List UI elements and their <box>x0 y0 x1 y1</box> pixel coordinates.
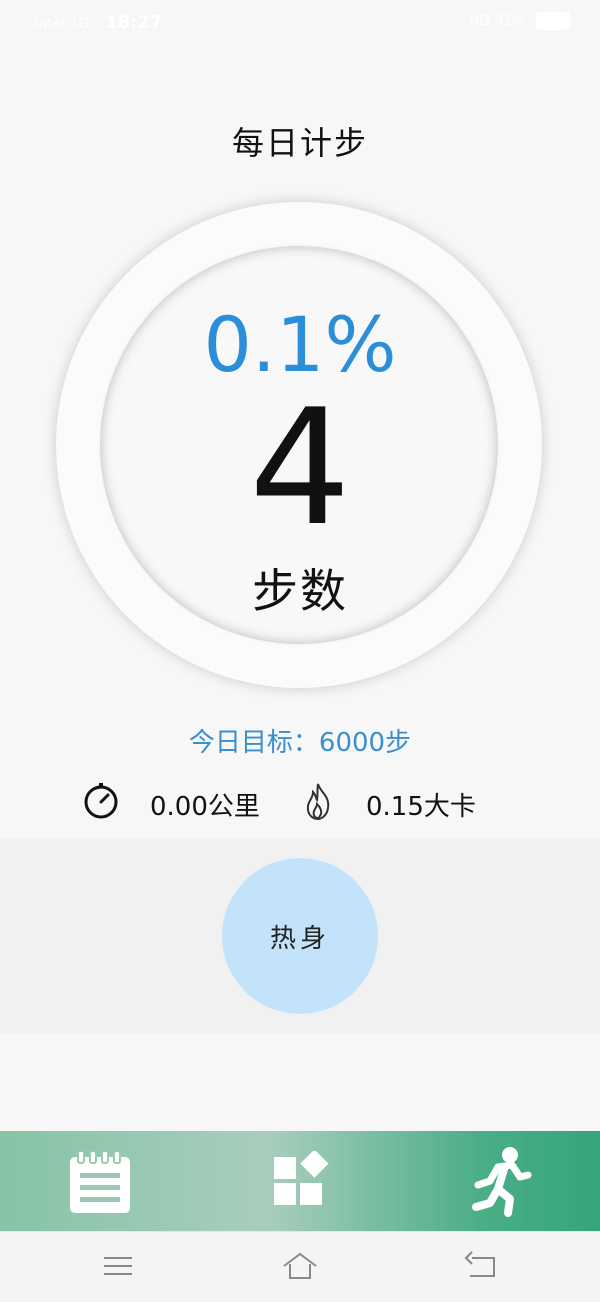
system-nav-bar <box>0 1231 600 1302</box>
flame-icon <box>300 780 336 826</box>
daily-goal: 今日目标：6000步 <box>188 728 412 758</box>
stats-row: 0.00公里 0.15大卡 <box>0 780 600 824</box>
page-title: 每日计步 <box>231 124 368 162</box>
battery-icon <box>536 12 570 30</box>
notepad-icon <box>70 1150 130 1213</box>
back-button[interactable] <box>462 1248 502 1284</box>
warmup-button[interactable]: 热身 <box>222 858 378 1014</box>
status-bar: Intel 4G 18:27 HD 91% <box>0 0 600 46</box>
home-icon <box>283 1252 317 1279</box>
apps-grid-icon <box>274 1151 329 1205</box>
tab-notepad[interactable] <box>0 1131 200 1231</box>
carrier-label: Intel 4G <box>34 16 90 32</box>
status-indicators: HD 91% <box>468 13 526 29</box>
home-button[interactable] <box>280 1248 320 1284</box>
menu-icon <box>104 1257 132 1275</box>
stopwatch-icon <box>80 780 122 826</box>
menu-button[interactable] <box>98 1248 138 1284</box>
step-count: 4 <box>249 374 351 561</box>
distance-value: 0.00公里 <box>150 792 260 822</box>
step-count-label: 步数 <box>252 564 348 618</box>
tab-apps[interactable] <box>200 1131 400 1231</box>
calories-value: 0.15大卡 <box>366 792 476 822</box>
tab-running[interactable] <box>400 1131 600 1231</box>
status-time: 18:27 <box>104 12 163 33</box>
runner-icon <box>472 1147 532 1217</box>
back-icon <box>464 1251 495 1277</box>
bottom-nav <box>0 1131 600 1231</box>
